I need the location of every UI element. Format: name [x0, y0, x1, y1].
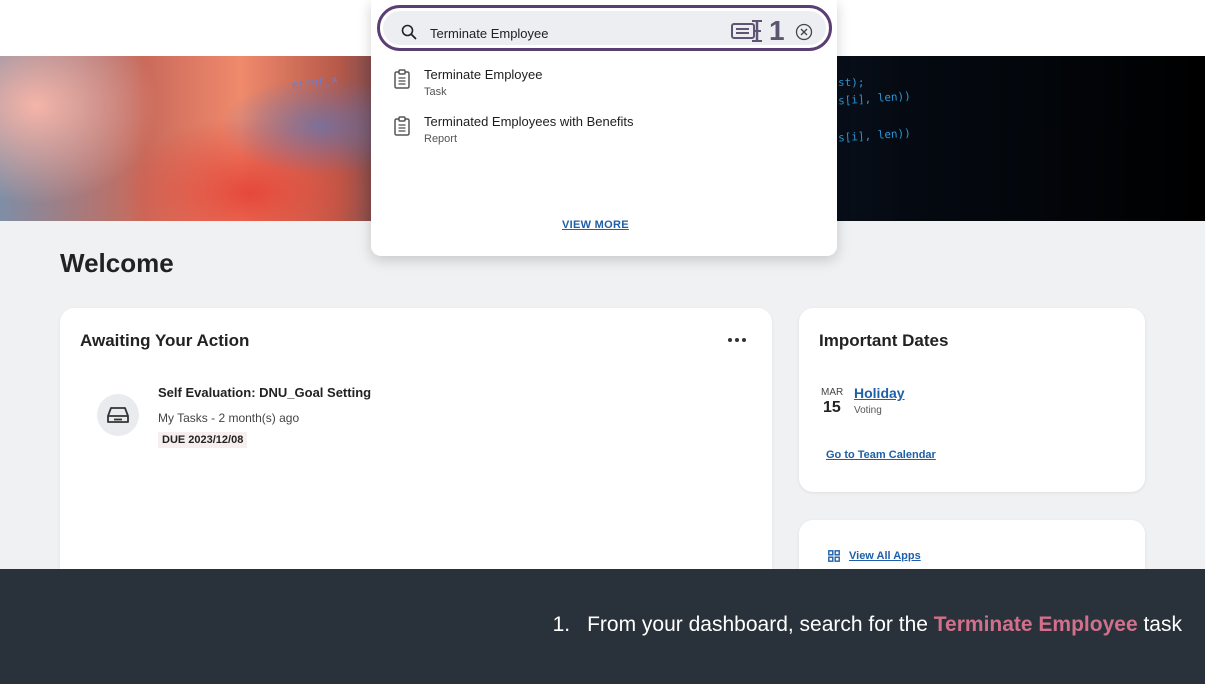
- awaiting-action-card: Awaiting Your Action Self Evaluation: DN…: [60, 308, 772, 598]
- date-event-subtitle: Voting: [854, 405, 882, 416]
- clipboard-icon: [394, 116, 410, 136]
- important-dates-card: Important Dates MAR 15 Holiday Voting Go…: [799, 308, 1145, 492]
- more-options-icon[interactable]: [728, 338, 746, 342]
- caption-step-number: 1.: [552, 613, 571, 636]
- search-result-title: Terminated Employees with Benefits: [424, 114, 634, 129]
- holiday-link[interactable]: Holiday: [854, 385, 905, 401]
- instruction-caption-bar: 1. From your dashboard, search for the Te…: [0, 569, 1205, 684]
- search-input[interactable]: Terminate Employee: [430, 26, 549, 41]
- search-icon: [401, 24, 417, 40]
- due-badge: DUE 2023/12/08: [158, 432, 248, 448]
- card-title: Awaiting Your Action: [80, 331, 250, 350]
- task-avatar: [97, 394, 139, 436]
- card-title: Important Dates: [819, 331, 949, 350]
- caption-text-before: From your dashboard, search for the: [587, 613, 934, 636]
- date-month: MAR: [821, 387, 844, 398]
- task-title[interactable]: Self Evaluation: DNU_Goal Setting: [158, 385, 371, 400]
- view-all-apps-label: View All Apps: [849, 550, 921, 562]
- clear-icon[interactable]: [795, 23, 813, 41]
- step-number: 1: [769, 15, 785, 46]
- step-marker: 1: [731, 17, 785, 45]
- caption-highlight: Terminate Employee: [933, 613, 1138, 636]
- inbox-icon: [107, 407, 129, 423]
- clipboard-icon: [394, 69, 410, 89]
- hero-code-line: st);: [838, 76, 865, 89]
- search-result-item[interactable]: Terminate Employee Task: [393, 67, 543, 100]
- task-subtitle: My Tasks - 2 month(s) ago: [158, 411, 300, 425]
- team-calendar-link[interactable]: Go to Team Calendar: [826, 449, 936, 461]
- date-day: 15: [823, 399, 841, 416]
- caption-text-after: task: [1137, 613, 1182, 636]
- search-bar[interactable]: Terminate Employee 1: [377, 5, 832, 51]
- text-cursor-icon: [731, 20, 762, 42]
- welcome-heading: Welcome: [60, 248, 174, 278]
- view-more-link[interactable]: VIEW MORE: [562, 219, 629, 231]
- search-result-type: Report: [424, 133, 458, 145]
- view-all-apps-link[interactable]: View All Apps: [828, 550, 921, 562]
- search-result-item[interactable]: Terminated Employees with Benefits Repor…: [393, 114, 634, 147]
- search-result-title: Terminate Employee: [424, 67, 543, 82]
- instruction-caption: 1. From your dashboard, search for the Te…: [553, 613, 1182, 637]
- hero-code-line: s[i], len)): [837, 89, 912, 108]
- hero-code-line: s[i], len)): [837, 126, 912, 145]
- grid-icon: [828, 550, 840, 562]
- search-result-type: Task: [424, 86, 447, 98]
